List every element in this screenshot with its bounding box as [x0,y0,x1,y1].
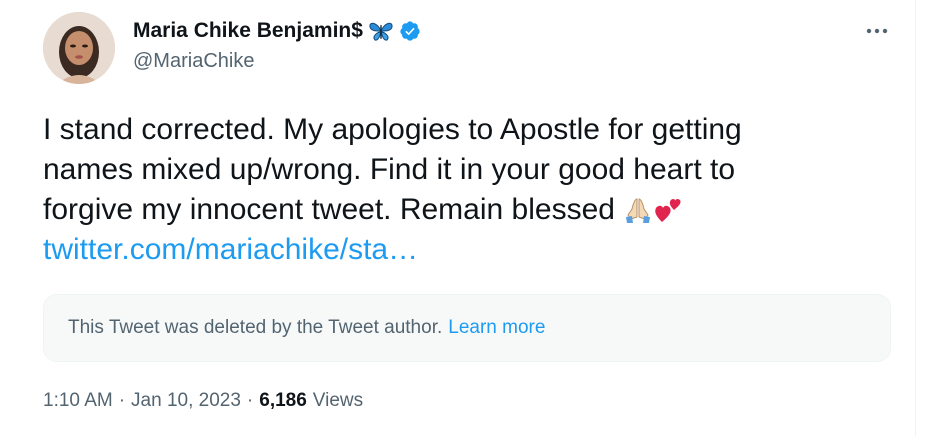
more-options-button[interactable] [862,20,892,42]
avatar-photo [43,12,115,84]
author-name-row[interactable]: Maria Chike Benjamin$ [133,18,421,44]
avatar[interactable] [43,12,115,84]
tweet-text-line-3-text: forgive my innocent tweet. Remain blesse… [43,193,624,226]
author-handle[interactable]: @MariaChike [133,50,254,73]
meta-separator: · [246,390,254,411]
learn-more-link[interactable]: Learn more [448,317,545,339]
tweet-text-line-3: forgive my innocent tweet. Remain blesse… [43,190,873,230]
two-hearts-icon [655,199,681,222]
tweet-card: Maria Chike Benjamin$ @MariaChike I stan… [0,0,916,436]
tweet-time[interactable]: 1:10 AM [43,390,113,412]
tweet-text-line-1: I stand corrected. My apologies to Apost… [43,113,742,146]
tweet-link[interactable]: twitter.com/mariachike/sta… [43,230,873,270]
views-label: Views [312,390,364,411]
more-dots-icon [866,28,888,34]
deleted-message: This Tweet was deleted by the Tweet auth… [68,317,443,338]
deleted-quote-box: This Tweet was deleted by the Tweet auth… [43,294,891,362]
views-count: 6,186 [259,390,307,411]
tweet-date[interactable]: Jan 10, 2023 [131,390,241,412]
tweet-text-line-2: names mixed up/wrong. Find it in your go… [43,153,736,186]
verified-badge-icon [400,21,420,41]
meta-separator: · [118,390,126,411]
praying-hands-icon [626,198,651,223]
butterfly-icon [369,22,393,41]
tweet-text: I stand corrected. My apologies to Apost… [43,110,873,270]
author-display-name[interactable]: Maria Chike Benjamin$ [133,19,363,43]
tweet-meta: 1:10 AM · Jan 10, 2023 · 6,186 Views [43,390,363,412]
